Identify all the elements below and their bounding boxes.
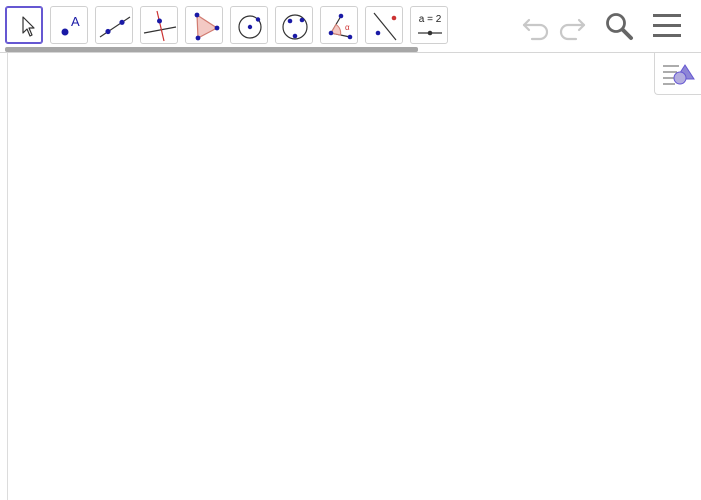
toolbar-scrollbar[interactable] — [5, 47, 418, 52]
undo-button[interactable] — [520, 10, 552, 42]
style-bar-icon — [663, 64, 695, 85]
point-label-a: A — [71, 14, 80, 29]
move-tool-button[interactable] — [5, 6, 43, 44]
angle-icon: α — [328, 13, 353, 40]
menu-icon — [653, 14, 681, 37]
undo-icon — [522, 18, 549, 41]
angle-tool-button[interactable]: α — [320, 6, 358, 44]
circle-three-points-tool-button[interactable] — [275, 6, 313, 44]
cursor-arrow-icon — [22, 16, 35, 37]
circle-center-tool-button[interactable] — [230, 6, 268, 44]
reflect-about-line-icon — [373, 12, 397, 41]
reflect-tool-button[interactable] — [365, 6, 403, 44]
circle-three-points-icon — [282, 14, 308, 40]
point-icon: A — [61, 14, 80, 36]
polygon-tool-button[interactable] — [185, 6, 223, 44]
point-tool-button[interactable]: A — [50, 6, 88, 44]
search-icon — [606, 13, 633, 40]
circle-center-icon — [238, 15, 262, 39]
search-button[interactable] — [603, 10, 635, 42]
redo-button[interactable] — [556, 10, 588, 42]
graphics-view[interactable] — [0, 53, 701, 500]
style-bar-toggle-button[interactable] — [654, 53, 701, 95]
line-through-points-icon — [99, 16, 131, 38]
perpendicular-line-icon — [143, 10, 177, 42]
line-tool-button[interactable] — [95, 6, 133, 44]
slider-icon — [418, 30, 442, 36]
polygon-icon — [194, 12, 220, 41]
svg-text:α: α — [345, 23, 350, 32]
slider-tool-button[interactable]: a = 2 — [410, 6, 448, 44]
perpendicular-line-tool-button[interactable] — [140, 6, 178, 44]
main-menu-button[interactable] — [651, 10, 683, 42]
view-border — [7, 53, 8, 500]
redo-icon — [559, 18, 586, 41]
toolbar: A α a = 2 — [0, 0, 701, 53]
